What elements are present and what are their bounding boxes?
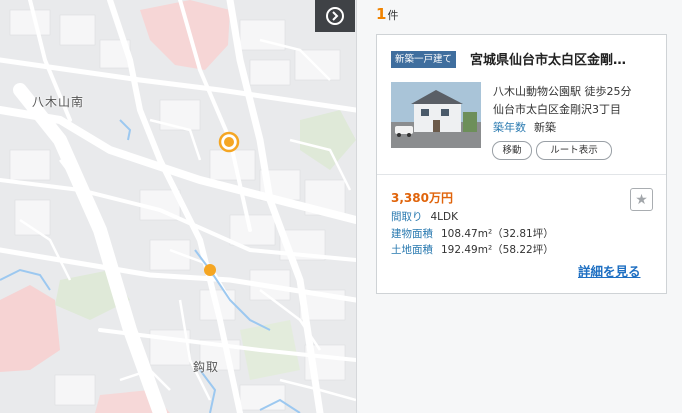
result-count-unit: 件	[387, 9, 399, 22]
map-marker[interactable]	[204, 264, 216, 276]
result-count: 1件	[376, 5, 398, 23]
map-canvas[interactable]	[0, 0, 356, 413]
map-view[interactable]: 八木山南 鈎取	[0, 0, 356, 413]
move-button[interactable]: 移動	[492, 141, 532, 160]
building-area-row: 建物面積 108.47m²（32.81坪）	[391, 226, 554, 241]
land-area-value: 192.49m²（58.22坪）	[441, 244, 554, 256]
building-area-value: 108.47m²（32.81坪）	[441, 228, 554, 240]
property-type-tag: 新築一戸建て	[391, 51, 457, 68]
listing-address: 仙台市太白区金剛沢3丁目	[493, 103, 621, 116]
layout-row: 間取り 4LDK	[391, 209, 458, 224]
age-value: 新築	[534, 121, 556, 134]
card-divider	[377, 174, 666, 175]
favorite-button[interactable]: ★	[630, 188, 653, 211]
land-area-row: 土地面積 192.49m²（58.22坪）	[391, 242, 554, 257]
chevron-right-circle-icon	[326, 7, 344, 25]
zone-green	[300, 110, 356, 170]
star-icon: ★	[635, 191, 648, 208]
building-area-label: 建物面積	[391, 228, 433, 240]
map-marker-selected-dot	[224, 137, 234, 147]
map-label-kanetori: 鈎取	[193, 360, 220, 374]
listing-price: 3,380万円	[391, 191, 453, 205]
view-details-link[interactable]: 詳細を見る	[578, 261, 641, 280]
listing-station: 八木山動物公園駅 徒歩25分	[493, 85, 632, 98]
collapse-panel-button[interactable]	[315, 0, 355, 32]
house-photo	[391, 82, 481, 148]
land-area-label: 土地面積	[391, 244, 433, 256]
listing-age: 築年数 新築	[493, 119, 556, 135]
listing-photo[interactable]	[391, 82, 481, 148]
map-label-yagiyama-minami: 八木山南	[32, 95, 85, 109]
result-count-number: 1	[376, 5, 387, 23]
layout-value: 4LDK	[430, 211, 459, 223]
layout-label: 間取り	[391, 211, 423, 223]
zone-pink	[0, 285, 60, 372]
results-panel: 1件 新築一戸建て 宮城県仙台市太白区金剛… 八木山動物公園駅 徒歩25分 仙台…	[356, 0, 682, 413]
age-label: 築年数	[493, 121, 526, 134]
listing-card[interactable]: 新築一戸建て 宮城県仙台市太白区金剛… 八木山動物公園駅 徒歩25分 仙台市太白…	[376, 34, 667, 294]
listing-title[interactable]: 宮城県仙台市太白区金剛…	[470, 49, 655, 68]
route-button[interactable]: ルート表示	[536, 141, 612, 160]
